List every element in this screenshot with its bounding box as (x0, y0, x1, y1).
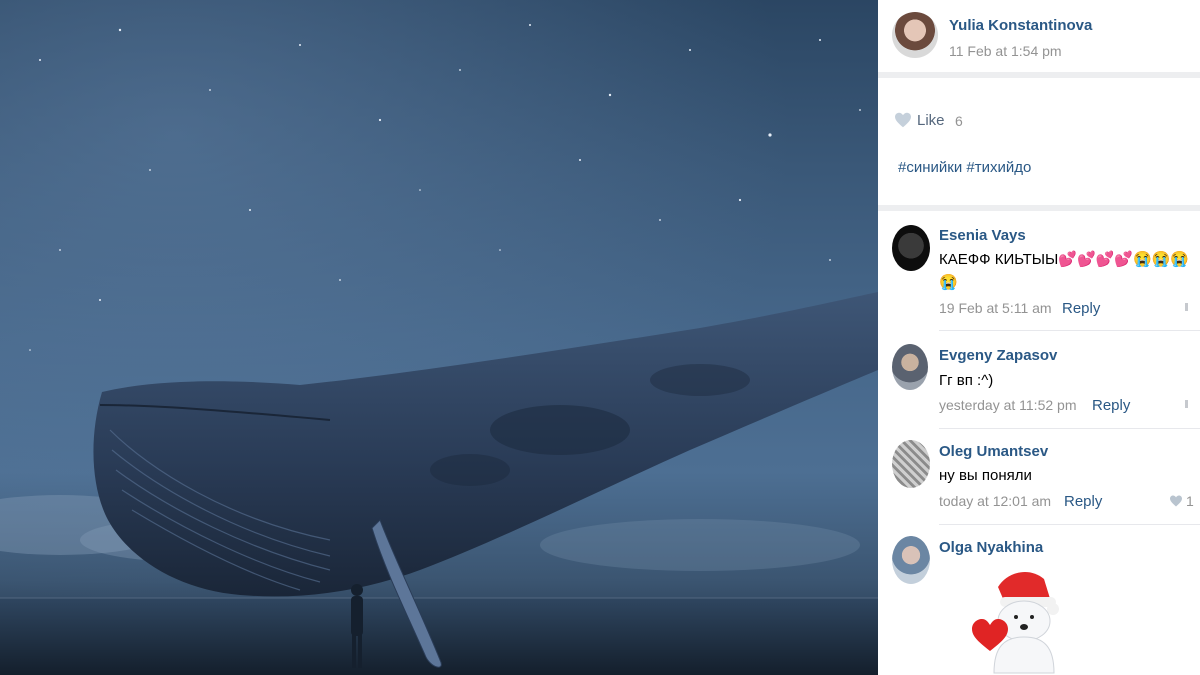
comment-time[interactable]: 19 Feb at 5:11 am (939, 300, 1052, 316)
heart-icon (895, 112, 911, 128)
post-timestamp[interactable]: 11 Feb at 1:54 pm (949, 43, 1062, 59)
polar-bear-sticker (972, 572, 1059, 674)
comment-author[interactable]: Evgeny Zapasov (939, 347, 1057, 364)
comment-like-count: 1 (1186, 493, 1194, 509)
divider (878, 205, 1200, 211)
like-count: 6 (955, 113, 963, 129)
divider (939, 428, 1200, 429)
comment-author[interactable]: Esenia Vays (939, 227, 1026, 244)
post-hashtags[interactable]: #синийки #тихийдо (898, 159, 1031, 176)
comment-text-line2: 😭 (939, 274, 958, 291)
whale-illustration (0, 0, 878, 675)
comment-text: КАЕФФ КИЬТЫЫ💕💕💕💕😭😭😭 (939, 251, 1190, 268)
comment-text: ну вы поняли (939, 467, 1032, 484)
like-comment-icon[interactable] (1185, 303, 1188, 311)
comment-author[interactable]: Olga Nyakhina (939, 539, 1043, 556)
divider (939, 524, 1200, 525)
comment-heart-icon[interactable] (1169, 495, 1183, 507)
comment-avatar[interactable] (892, 344, 928, 390)
comment-avatar[interactable] (892, 225, 930, 271)
comment-time[interactable]: yesterday at 11:52 pm (939, 397, 1076, 413)
post-sidebar: Yulia Konstantinova 11 Feb at 1:54 pm Li… (878, 0, 1200, 675)
like-comment-icon[interactable] (1185, 400, 1188, 408)
comment-avatar[interactable] (892, 536, 930, 584)
post-photo[interactable] (0, 0, 878, 675)
reply-button[interactable]: Reply (1062, 300, 1100, 317)
like-label: Like (917, 112, 945, 129)
post-author-name[interactable]: Yulia Konstantinova (949, 17, 1092, 34)
comment-avatar[interactable] (892, 440, 930, 488)
comment-text: Гг вп :^) (939, 372, 994, 389)
reply-button[interactable]: Reply (1064, 493, 1102, 510)
reply-button[interactable]: Reply (1092, 397, 1130, 414)
comment-author[interactable]: Oleg Umantsev (939, 443, 1048, 460)
divider (939, 330, 1200, 331)
divider (878, 72, 1200, 78)
comment-time[interactable]: today at 12:01 am (939, 493, 1051, 509)
author-avatar[interactable] (892, 12, 938, 58)
